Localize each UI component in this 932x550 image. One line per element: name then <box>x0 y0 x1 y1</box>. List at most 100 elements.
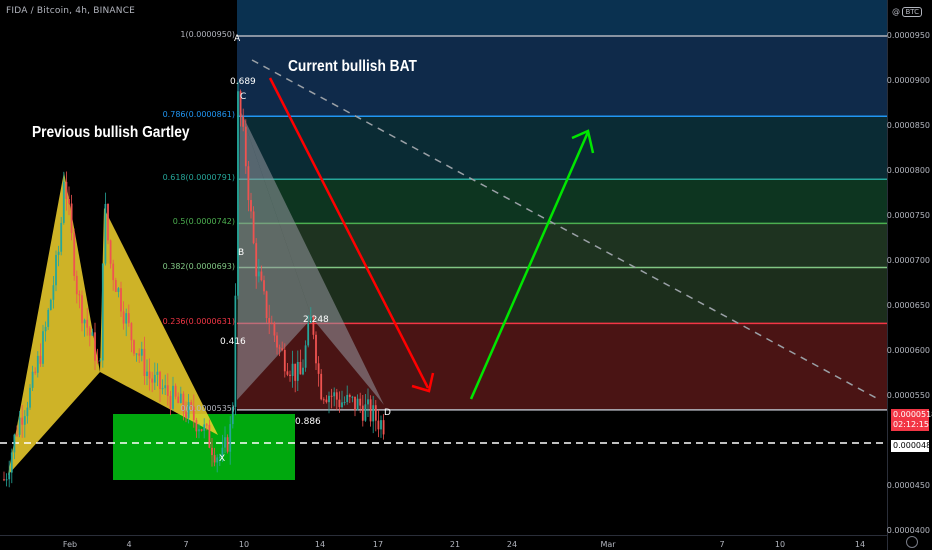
scale-toggle[interactable]: @ <box>892 7 900 16</box>
candle-body <box>81 295 83 324</box>
candle-body <box>315 334 317 364</box>
candle-body <box>351 396 354 398</box>
candle-body <box>346 394 349 403</box>
candle-body <box>70 203 73 233</box>
candle-body <box>335 392 338 400</box>
candle-body <box>237 91 239 296</box>
candle-body <box>140 348 143 356</box>
candle-body <box>86 319 89 328</box>
candle-body <box>42 331 44 364</box>
currency-button[interactable]: BTC <box>902 7 922 17</box>
candle-body <box>200 429 203 431</box>
price-tick: 0.0000650 <box>886 301 930 311</box>
candle-body <box>143 348 146 377</box>
candle-body <box>330 395 333 397</box>
candle-body <box>255 243 258 277</box>
point-b-label: B <box>238 248 245 258</box>
candle-body <box>278 347 281 349</box>
candle-body <box>281 348 284 350</box>
candle-body <box>99 360 102 362</box>
candle-body <box>317 363 320 374</box>
candle-body <box>122 311 125 324</box>
candle-body <box>130 323 133 341</box>
candle-body <box>3 479 5 481</box>
price-axis[interactable]: BTC @ 0.0000950 0.0000900 0.0000850 0.00008… <box>887 0 932 550</box>
candle-body <box>159 371 161 389</box>
dashed-line-price-badge: 0.0000484 <box>891 440 932 452</box>
candle-body <box>78 294 81 296</box>
candle-body <box>268 318 271 324</box>
candle-body <box>296 362 299 381</box>
candle-body <box>44 326 47 332</box>
candle-body <box>117 288 120 292</box>
candle-body <box>29 387 31 408</box>
fib-label-1: 0.786(0.0000861) <box>162 110 235 120</box>
candle-body <box>5 479 8 481</box>
fib-label-0: 1(0.0000950) <box>180 30 235 40</box>
candle-body <box>36 355 39 373</box>
current-price: 0.0000518 <box>893 410 932 419</box>
chart-area[interactable]: FIDA / Bitcoin, 4h, BINANCE Previous bul… <box>0 0 932 550</box>
candle-body <box>333 392 336 397</box>
candle-body <box>62 181 65 223</box>
fib-label-3: 0.5(0.0000742) <box>172 217 235 227</box>
price-tick: 0.0000600 <box>886 346 930 356</box>
candle-body <box>299 362 302 375</box>
price-tick: 0.0000750 <box>886 211 930 221</box>
candle-body <box>8 472 11 480</box>
gartley-xab-triangle <box>8 172 100 475</box>
candle-body <box>244 126 247 167</box>
candle-body <box>125 313 128 324</box>
price-tick: 0.0000550 <box>886 391 930 401</box>
ratio-ext-label: 2.248 <box>303 315 329 325</box>
point-x-label: X <box>219 454 226 464</box>
candle-body <box>265 291 268 319</box>
candle-body <box>286 371 289 375</box>
ratio-b-label: 0.416 <box>220 337 246 347</box>
candle-body <box>341 402 343 408</box>
candle-body <box>120 288 122 312</box>
time-tick: 10 <box>774 540 786 549</box>
candle-body <box>164 385 167 389</box>
candle-body <box>96 360 99 362</box>
candle-body <box>372 405 375 422</box>
candle-body <box>208 424 211 448</box>
candle-body <box>10 452 13 473</box>
time-tick: 10 <box>238 540 250 549</box>
candle-body <box>203 424 206 431</box>
symbol-header[interactable]: FIDA / Bitcoin, 4h, BINANCE <box>6 6 135 16</box>
gear-icon[interactable] <box>906 536 918 548</box>
fib-band-top <box>237 0 888 37</box>
fib-label-6: 0(0.0000535) <box>180 403 235 413</box>
candle-body <box>179 393 182 404</box>
ratio-d-label: 0.886 <box>295 417 321 427</box>
candle-body <box>166 385 169 396</box>
time-tick: 14 <box>314 540 326 549</box>
candle-body <box>169 395 172 409</box>
candle-body <box>289 374 291 376</box>
price-plot[interactable] <box>0 0 932 550</box>
candle-body <box>354 396 356 411</box>
candle-body <box>325 399 328 403</box>
candle-body <box>273 323 276 336</box>
price-tick: 0.0000700 <box>886 256 930 266</box>
candle-body <box>172 385 174 409</box>
price-tick: 0.0000850 <box>886 121 930 131</box>
candle-body <box>276 335 278 348</box>
candle-body <box>91 332 94 336</box>
candle-body <box>94 332 96 361</box>
candle-body <box>213 455 216 463</box>
candle-body <box>109 240 112 264</box>
candle-body <box>322 399 325 401</box>
candle-body <box>156 371 159 375</box>
candle-body <box>88 327 91 336</box>
countdown-timer: 02:12:15 <box>893 420 929 429</box>
time-axis[interactable]: Feb 4 7 10 14 17 21 24 Mar 7 10 14 <box>0 535 888 550</box>
candle-body <box>52 285 55 300</box>
time-tick: 14 <box>854 540 866 549</box>
time-tick: 4 <box>126 540 132 549</box>
candle-body <box>112 263 115 281</box>
point-d-label: D <box>384 408 391 418</box>
candle-body <box>356 398 359 411</box>
candle-body <box>348 394 351 397</box>
